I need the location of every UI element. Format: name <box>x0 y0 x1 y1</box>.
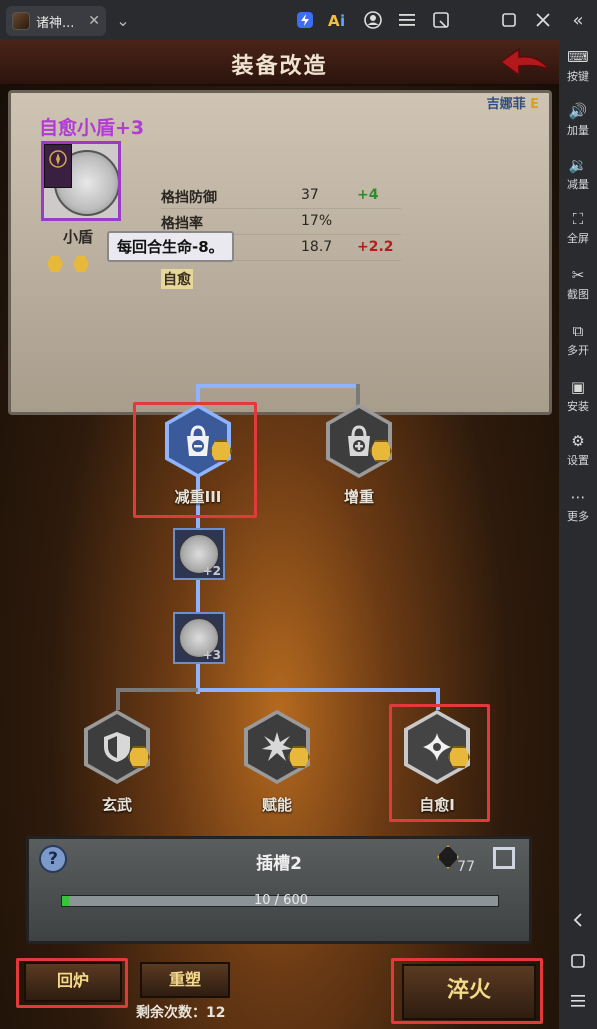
node-label: 赋能 <box>261 796 292 814</box>
tree-connector <box>196 384 356 388</box>
sidebar-item-label: 多开 <box>567 344 589 357</box>
tree-connector <box>116 688 198 692</box>
slot-panel: ? 插槽2 77 10 / 600 <box>26 836 532 944</box>
svg-text:i: i <box>340 12 345 29</box>
stat-name: 格挡率 <box>161 216 203 232</box>
bolt-icon[interactable] <box>294 9 316 31</box>
sidebar-item-label: 减量 <box>567 178 589 191</box>
user-icon[interactable] <box>362 9 384 31</box>
upgrade-gem-icon <box>47 256 63 272</box>
equipment-info-panel: 吉娜菲 E 自愈小盾+3 小盾 格挡防御 37 +4 格挡率 17% 18.7 … <box>8 90 552 415</box>
owner-name: 吉娜菲 <box>486 97 526 112</box>
window-close-icon[interactable] <box>532 9 554 31</box>
sidebar-item-label: 截图 <box>567 288 589 301</box>
node-label: 玄武 <box>101 796 132 814</box>
item-portrait[interactable] <box>41 141 121 221</box>
progress-text: 10 / 600 <box>254 893 308 908</box>
sidebar-item-label: 安装 <box>567 400 589 413</box>
effect-tooltip: 每回合生命-8。 <box>107 231 234 262</box>
sidebar-item-keymap[interactable]: ⌨ 按键 <box>559 48 597 84</box>
sidebar-item-label: 更多 <box>567 510 589 523</box>
upgrade-gem-icon <box>73 256 89 272</box>
menu-icon[interactable] <box>396 9 418 31</box>
slot-checkbox[interactable] <box>493 847 515 869</box>
sidebar-item-volume-up[interactable]: 🔊 加量 <box>559 102 597 138</box>
fullscreen-icon: ⛶ <box>572 210 584 228</box>
highlight-box <box>391 958 543 1024</box>
android-recents-icon[interactable] <box>559 994 597 1011</box>
item-name: 自愈小盾+3 <box>39 117 145 139</box>
ai-icon[interactable]: Ai <box>326 9 354 31</box>
sidebar-item-label: 设置 <box>567 454 589 467</box>
rune-level: +3 <box>202 648 221 662</box>
volume-down-icon: 🔉 <box>568 156 588 174</box>
tab-title: 诸神... <box>36 15 75 31</box>
sidebar-item-multi[interactable]: ⧉ 多开 <box>559 322 597 358</box>
popout-icon[interactable] <box>430 9 452 31</box>
window-titlebar: 诸神... ✕ ⌄ Ai <box>0 0 597 40</box>
app-tab[interactable]: 诸神... ✕ <box>6 6 106 36</box>
stat-delta: +2.2 <box>357 239 394 255</box>
owner-grade: E <box>530 97 539 112</box>
android-home-icon[interactable] <box>559 954 597 971</box>
tree-connector <box>196 688 440 692</box>
rune-slot[interactable]: +2 <box>173 528 225 580</box>
sidebar-item-more[interactable]: ⋯ 更多 <box>559 488 597 524</box>
gear-icon: ⚙ <box>571 432 585 450</box>
screen-header: 装备改造 <box>0 40 559 86</box>
reshape-button[interactable]: 重塑 <box>140 962 230 998</box>
close-icon[interactable]: ✕ <box>88 13 100 29</box>
sidebar-item-install[interactable]: ▣ 安装 <box>559 378 597 414</box>
highlight-box <box>133 402 257 518</box>
owner-label: 吉娜菲 E <box>487 93 539 112</box>
rune-slot[interactable]: +3 <box>173 612 225 664</box>
apk-icon: ▣ <box>570 378 586 396</box>
skill-tag: 自愈 <box>161 269 193 289</box>
more-icon: ⋯ <box>570 488 586 506</box>
maximize-icon[interactable] <box>498 9 520 31</box>
back-arrow-icon[interactable] <box>499 46 551 78</box>
stat-value: 17% <box>301 213 333 229</box>
progress-bar: 10 / 600 <box>61 893 499 908</box>
item-type-label: 小盾 <box>63 228 94 246</box>
sidebar-item-label: 按键 <box>567 70 589 83</box>
tree-connector <box>116 688 120 710</box>
material-count: 77 <box>457 859 475 875</box>
stat-name: 格挡防御 <box>161 190 217 206</box>
stat-row: 格挡防御 37 +4 <box>161 187 401 209</box>
emulator-sidebar: « ⌨ 按键 🔊 加量 🔉 减量 ⛶ 全屏 ✂ 截图 ⧉ 多开 ▣ 安装 ⚙ 设… <box>559 0 597 1029</box>
multi-instance-icon: ⧉ <box>572 322 584 340</box>
svg-text:A: A <box>328 12 340 29</box>
card-tag-icon <box>44 144 72 188</box>
android-back-icon[interactable] <box>559 912 597 931</box>
sidebar-item-label: 全屏 <box>567 232 589 245</box>
collapse-sidebar-icon[interactable]: « <box>559 10 597 31</box>
tree-connector <box>356 384 360 406</box>
game-screen: 装备改造 吉娜菲 E 自愈小盾+3 小盾 格挡防御 37 +4 格挡率 17% <box>0 40 559 1029</box>
rune-level: +2 <box>202 564 221 578</box>
remaining-count: 剩余次数：12 <box>136 1005 226 1021</box>
chevron-down-icon[interactable]: ⌄ <box>112 9 134 31</box>
app-icon <box>12 12 30 30</box>
stat-value: 18.7 <box>301 239 333 255</box>
sidebar-item-screenshot[interactable]: ✂ 截图 <box>559 266 597 302</box>
node-label: 增重 <box>343 488 374 506</box>
stat-value: 37 <box>301 187 319 203</box>
keyboard-icon: ⌨ <box>567 48 589 66</box>
page-title: 装备改造 <box>231 54 328 79</box>
volume-up-icon: 🔊 <box>568 102 588 120</box>
highlight-box <box>16 958 128 1008</box>
sidebar-item-label: 加量 <box>567 124 589 137</box>
highlight-box <box>389 704 490 822</box>
stat-delta: +4 <box>357 187 379 203</box>
sidebar-item-settings[interactable]: ⚙ 设置 <box>559 432 597 468</box>
sidebar-item-volume-down[interactable]: 🔉 减量 <box>559 156 597 192</box>
scissors-icon: ✂ <box>571 266 585 284</box>
sidebar-item-fullscreen[interactable]: ⛶ 全屏 <box>559 210 597 246</box>
